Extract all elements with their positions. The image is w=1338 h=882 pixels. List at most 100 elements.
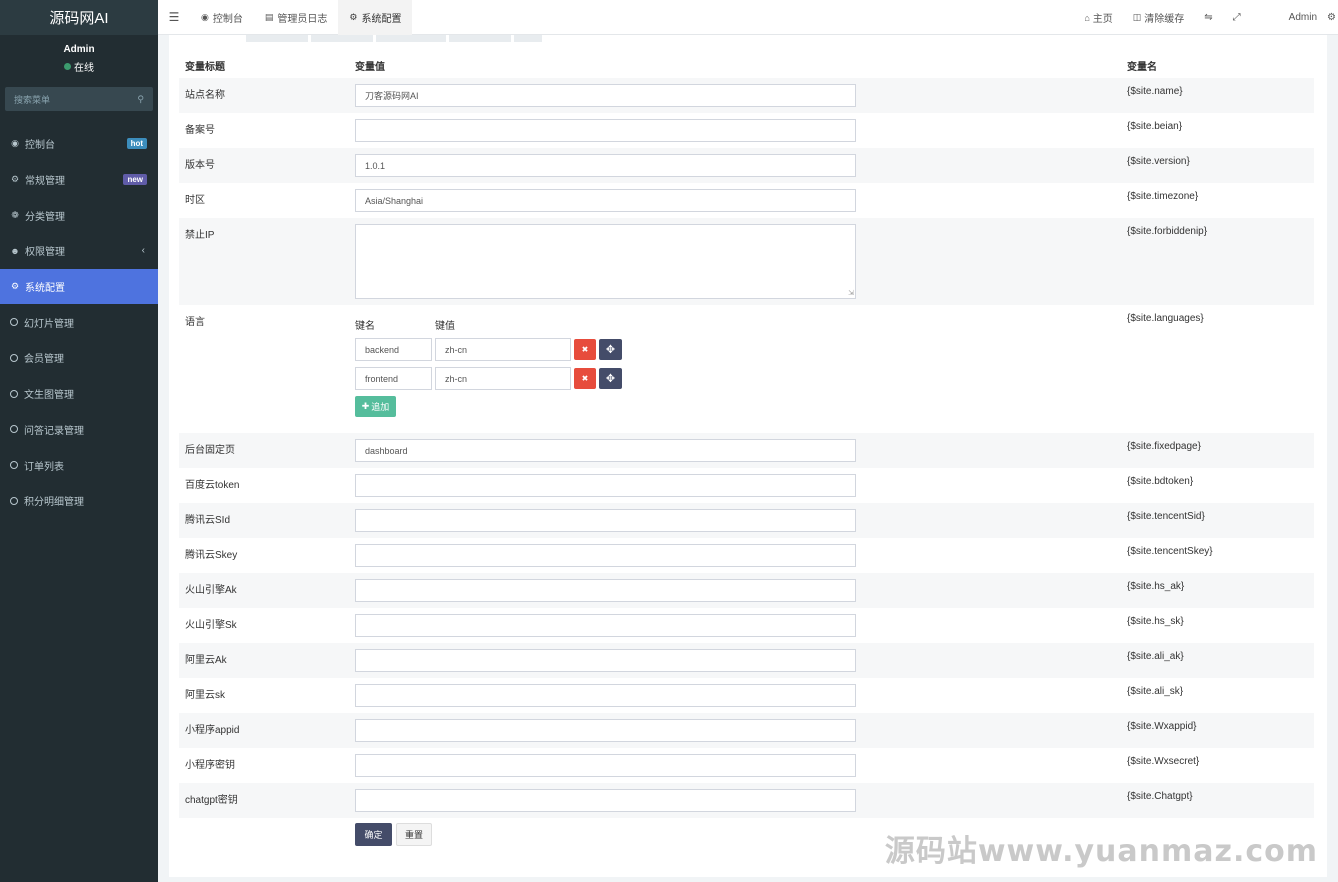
drag-row-button[interactable]: ✥ (599, 339, 622, 360)
wx-secret-input[interactable] (355, 754, 856, 777)
search-icon[interactable]: ⚲ (137, 94, 144, 105)
circle-icon (10, 425, 18, 434)
subtab[interactable] (181, 35, 243, 42)
sidebar-item-label: 常规管理 (25, 176, 65, 188)
version-input[interactable]: 1.0.1 (355, 154, 856, 177)
circle-icon (10, 461, 18, 470)
sidebar-item-label: 会员管理 (24, 354, 64, 366)
user-status-text: 在线 (74, 63, 94, 74)
sidebar-item-dashboard[interactable]: ◉ 控制台 hot (0, 126, 158, 162)
clear-cache-button[interactable]: ◫ 清除缓存 (1123, 10, 1195, 25)
trash-icon: ◫ (1132, 12, 1142, 22)
new-badge: new (123, 174, 147, 186)
subtab[interactable] (514, 35, 542, 42)
dashboard-icon: ◉ (11, 138, 19, 149)
settings-gear-icon[interactable]: ⚙ (1327, 12, 1338, 23)
hs-ak-input[interactable] (355, 579, 856, 602)
row-title: 阿里云sk (185, 690, 225, 701)
table-row: 腾讯云SId {$site.tencentSid} (179, 503, 1314, 538)
row-title: 备案号 (185, 125, 215, 136)
subtab[interactable] (449, 35, 511, 42)
fixedpage-input[interactable]: dashboard (355, 439, 856, 462)
row-var: {$site.bdtoken} (1127, 476, 1194, 487)
row-title: 小程序密钥 (185, 760, 235, 771)
beian-input[interactable] (355, 119, 856, 142)
sidebar-item-slides[interactable]: 幻灯片管理 (0, 304, 158, 340)
row-title: 小程序appid (185, 725, 240, 736)
table-row: 备案号 {$site.beian} (179, 113, 1314, 148)
sidebar-item-label: 幻灯片管理 (24, 318, 74, 330)
row-var: {$site.forbiddenip} (1127, 226, 1208, 237)
subtab[interactable] (376, 35, 446, 42)
reset-button[interactable]: 重置 (396, 823, 432, 846)
chatgpt-key-input[interactable] (355, 789, 856, 812)
row-title: 时区 (185, 195, 205, 206)
row-title: 百度云token (185, 480, 240, 491)
tab-config[interactable]: ⚙ 系统配置 (338, 0, 413, 35)
app-logo[interactable]: 源码网AI (0, 0, 158, 35)
subtab[interactable] (246, 35, 308, 42)
resize-handle-icon[interactable]: ⇲ (848, 289, 854, 297)
sidebar-item-text2img[interactable]: 文生图管理 (0, 376, 158, 412)
table-row: 火山引擎Sk {$site.hs_sk} (179, 608, 1314, 643)
sidebar-item-config[interactable]: ⚙ 系统配置 (0, 268, 158, 305)
ali-ak-input[interactable] (355, 649, 856, 672)
sidebar-item-label: 问答记录管理 (24, 425, 84, 437)
kv-value-input[interactable]: zh-cn (435, 367, 571, 390)
sidebar-item-category[interactable]: ❁ 分类管理 (0, 197, 158, 233)
menu-search-input[interactable]: 搜索菜单 (14, 93, 50, 106)
kv-value-input[interactable]: zh-cn (435, 338, 571, 361)
menu-toggle-icon[interactable]: ☰ (158, 10, 190, 24)
sidebar-item-points[interactable]: 积分明细管理 (0, 483, 158, 519)
forbidden-ip-textarea[interactable]: ⇲ (355, 224, 856, 299)
table-row: 阿里云Ak {$site.ali_ak} (179, 643, 1314, 678)
table-row: chatgpt密钥 {$site.Chatgpt} (179, 783, 1314, 818)
row-var: {$site.Chatgpt} (1127, 791, 1193, 802)
kv-key-input[interactable]: frontend (355, 367, 432, 390)
sidebar-item-orders[interactable]: 订单列表 (0, 447, 158, 483)
row-var: {$site.beian} (1127, 121, 1183, 132)
online-dot-icon (64, 63, 71, 70)
tencent-skey-input[interactable] (355, 544, 856, 567)
clear-cache-label: 清除缓存 (1144, 14, 1185, 25)
wx-appid-input[interactable] (355, 719, 856, 742)
fullscreen-icon[interactable]: ⤢ (1223, 12, 1251, 23)
row-var: {$site.Wxappid} (1127, 721, 1197, 732)
language-switch-icon[interactable]: ⇋ (1194, 12, 1222, 23)
remove-row-button[interactable]: ✖ (574, 368, 596, 389)
table-row: 版本号 1.0.1 {$site.version} (179, 148, 1314, 183)
hot-badge: hot (126, 138, 147, 150)
bdtoken-input[interactable] (355, 474, 856, 497)
submit-button[interactable]: 确定 (355, 823, 392, 846)
kv-key-header: 键名 (355, 321, 375, 332)
drag-row-button[interactable]: ✥ (599, 368, 622, 389)
list-icon: ▤ (264, 11, 274, 22)
sidebar-item-qa-records[interactable]: 问答记录管理 (0, 412, 158, 448)
remove-row-button[interactable]: ✖ (574, 339, 596, 360)
hs-sk-input[interactable] (355, 614, 856, 637)
sidebar-item-general[interactable]: ⚙ 常规管理 new (0, 162, 158, 198)
row-var: {$site.name} (1127, 86, 1183, 97)
sidebar-item-label: 权限管理 (25, 247, 65, 259)
tab-admin-log[interactable]: ▤ 管理员日志 (254, 0, 339, 35)
site-name-input[interactable]: 刀客源码网AI (355, 84, 856, 107)
admin-menu[interactable]: Admin (1279, 12, 1327, 23)
menu-search[interactable]: 搜索菜单 ⚲ (5, 87, 153, 111)
kv-key-input[interactable]: backend (355, 338, 432, 361)
move-icon: ✥ (605, 344, 616, 356)
subtab[interactable] (311, 35, 373, 42)
leaf-icon: ❁ (11, 209, 19, 220)
ali-sk-input[interactable] (355, 684, 856, 707)
config-panel: 变量标题 变量值 变量名 站点名称 刀客源码网AI {$site.name} 备… (169, 35, 1327, 877)
row-var: {$site.hs_sk} (1127, 616, 1184, 627)
append-button[interactable]: ✚ 追加 (355, 396, 396, 417)
tencent-sid-input[interactable] (355, 509, 856, 532)
sidebar-item-members[interactable]: 会员管理 (0, 340, 158, 376)
tab-dashboard[interactable]: ◉ 控制台 (190, 0, 254, 35)
sidebar-item-auth[interactable]: ☻ 权限管理 ‹ (0, 233, 158, 269)
row-title: chatgpt密钥 (185, 795, 238, 806)
home-label: 主页 (1092, 14, 1113, 25)
timezone-input[interactable]: Asia/Shanghai (355, 189, 856, 212)
plus-icon: ✚ (361, 401, 370, 411)
home-link[interactable]: ⌂ 主页 (1074, 10, 1122, 26)
